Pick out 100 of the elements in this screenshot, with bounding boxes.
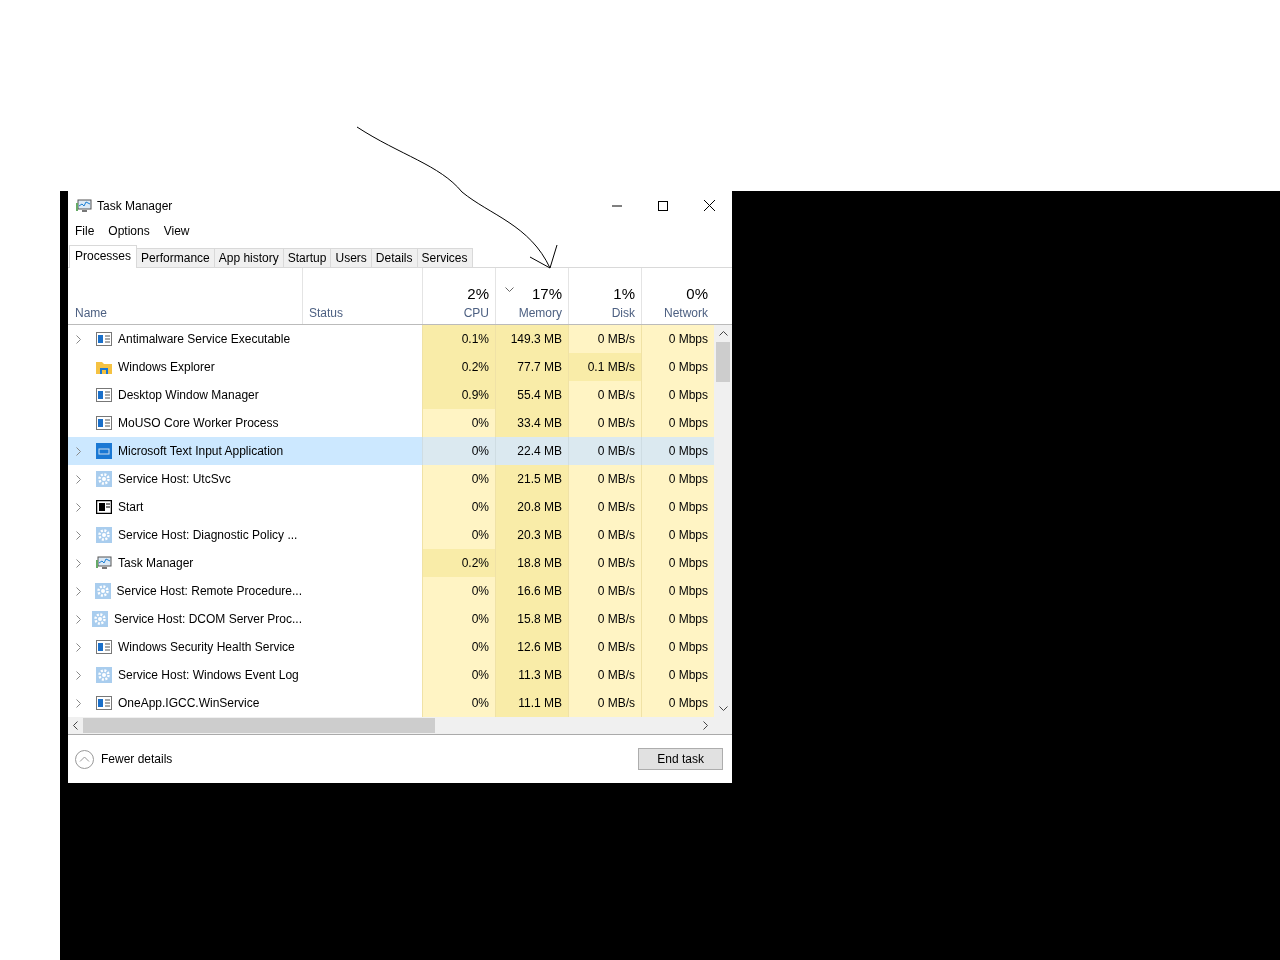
- column-header[interactable]: Name: [75, 306, 296, 320]
- table-cell: 0 Mbps: [668, 640, 708, 654]
- menu-item[interactable]: File: [75, 224, 95, 238]
- process-row[interactable]: Windows Explorer 0.2% 77.7 MB 0.1 MB/s 0 Mbps: [68, 353, 714, 381]
- table-cell: 0%: [471, 668, 489, 682]
- horizontal-scrollbar[interactable]: [68, 717, 732, 735]
- fewer-details-button[interactable]: Fewer details: [75, 749, 173, 769]
- monitor-icon: [96, 556, 112, 570]
- process-row[interactable]: Microsoft Text Input Application 0% 22.4 MB 0 MB/s 0 Mbps: [68, 437, 714, 465]
- expand-chevron-icon[interactable]: [76, 334, 81, 344]
- app-window-icon: [96, 640, 112, 654]
- process-row[interactable]: Windows Security Health Service 0% 12.6 MB 0 MB/s 0 Mbps: [68, 633, 714, 661]
- expand-chevron-icon[interactable]: [76, 614, 81, 624]
- table-cell: 15.8 MB: [517, 612, 562, 626]
- maximize-icon: [658, 200, 668, 211]
- column-percent: 2%: [467, 285, 489, 302]
- scroll-down-icon[interactable]: [718, 706, 728, 711]
- keyboard-icon: [96, 443, 112, 459]
- scroll-thumb[interactable]: [83, 718, 435, 733]
- process-name: MoUSO Core Worker Process: [118, 416, 279, 430]
- process-name: Antimalware Service Executable: [118, 332, 291, 346]
- folder-icon: [96, 360, 112, 374]
- table-cell: 0 Mbps: [668, 528, 708, 542]
- end-task-button[interactable]: End task: [638, 748, 723, 770]
- table-cell: 0 Mbps: [668, 584, 708, 598]
- process-row[interactable]: OneApp.IGCC.WinService 0% 11.1 MB 0 MB/s 0 Mbps: [68, 689, 714, 717]
- scroll-thumb[interactable]: [716, 342, 730, 382]
- process-row[interactable]: MoUSO Core Worker Process 0% 33.4 MB 0 MB/s 0 Mbps: [68, 409, 714, 437]
- tab[interactable]: App history: [213, 248, 284, 267]
- process-row[interactable]: Service Host: Remote Procedure... 0% 16.6 MB 0 MB/s 0 Mbps: [68, 577, 714, 605]
- process-row[interactable]: Service Host: DCOM Server Proc... 0% 15.8 MB 0 MB/s 0 Mbps: [68, 605, 714, 633]
- process-row[interactable]: Service Host: UtcSvc 0% 21.5 MB 0 MB/s 0 Mbps: [68, 465, 714, 493]
- process-row[interactable]: Service Host: Windows Event Log 0% 11.3 MB 0 MB/s 0 Mbps: [68, 661, 714, 689]
- process-row[interactable]: Desktop Window Manager 0.9% 55.4 MB 0 MB/s 0 Mbps: [68, 381, 714, 409]
- app-window-icon: [96, 332, 112, 346]
- column-percent: 1%: [613, 285, 635, 302]
- expand-chevron-icon[interactable]: [76, 586, 81, 596]
- column-header[interactable]: Disk: [611, 306, 635, 320]
- expand-chevron-icon[interactable]: [76, 670, 81, 680]
- expand-chevron-icon[interactable]: [76, 698, 81, 708]
- collapse-icon: [75, 749, 94, 769]
- process-name: Windows Explorer: [118, 360, 215, 374]
- table-cell: 0.1%: [461, 332, 489, 346]
- scroll-left-icon[interactable]: [73, 721, 78, 730]
- table-cell: 0 Mbps: [668, 444, 708, 458]
- process-name: Microsoft Text Input Application: [118, 444, 284, 458]
- process-row[interactable]: Start 0% 20.8 MB 0 MB/s 0 Mbps: [68, 493, 714, 521]
- menu-item[interactable]: View: [163, 224, 190, 238]
- table-cell: 0 Mbps: [668, 360, 708, 374]
- tab[interactable]: Details: [370, 248, 418, 267]
- table-cell: 0 MB/s: [597, 388, 635, 402]
- expand-chevron-icon[interactable]: [76, 558, 81, 568]
- table-cell: 21.5 MB: [517, 472, 562, 486]
- gear-icon: [96, 667, 112, 683]
- table-cell: 18.8 MB: [517, 556, 562, 570]
- vertical-scrollbar[interactable]: [714, 325, 732, 717]
- table-cell: 11.3 MB: [518, 668, 562, 682]
- table-cell: 0.9%: [461, 388, 489, 402]
- table-cell: 0 MB/s: [597, 668, 635, 682]
- table-cell: 55.4 MB: [517, 388, 562, 402]
- table-cell: 0 MB/s: [597, 612, 635, 626]
- table-cell: 12.6 MB: [517, 640, 562, 654]
- table-cell: 16.6 MB: [517, 584, 562, 598]
- table-cell: 0.2%: [461, 556, 489, 570]
- process-row[interactable]: Antimalware Service Executable 0.1% 149.3 MB 0 MB/s 0 Mbps: [68, 325, 714, 353]
- process-name: Service Host: UtcSvc: [118, 472, 231, 486]
- expand-chevron-icon[interactable]: [76, 474, 81, 484]
- process-row[interactable]: Task Manager 0.2% 18.8 MB 0 MB/s 0 Mbps: [68, 549, 714, 577]
- gear-icon: [96, 527, 112, 543]
- expand-chevron-icon[interactable]: [76, 642, 81, 652]
- column-percent: 17%: [531, 285, 562, 302]
- column-percent: 0%: [686, 285, 708, 302]
- table-cell: 0 MB/s: [597, 332, 635, 346]
- table-cell: 0 Mbps: [668, 668, 708, 682]
- tab[interactable]: Processes: [69, 245, 138, 268]
- table-cell: 0%: [471, 416, 489, 430]
- app-window-icon: [96, 388, 112, 402]
- table-cell: 0 MB/s: [597, 584, 635, 598]
- column-header[interactable]: CPU: [463, 306, 489, 320]
- table-cell: 0%: [471, 640, 489, 654]
- table-cell: 0 Mbps: [668, 556, 708, 570]
- table-cell: 22.4 MB: [517, 444, 562, 458]
- table-cell: 0 MB/s: [597, 556, 635, 570]
- column-header[interactable]: Status: [309, 306, 416, 320]
- tab[interactable]: Users: [330, 248, 372, 267]
- column-header[interactable]: Memory: [518, 306, 562, 320]
- tab[interactable]: Services: [416, 248, 473, 267]
- menu-item[interactable]: Options: [108, 224, 150, 238]
- expand-chevron-icon[interactable]: [76, 502, 81, 512]
- table-cell: 0 Mbps: [668, 388, 708, 402]
- process-name: Service Host: Windows Event Log: [118, 668, 299, 682]
- table-cell: 0%: [471, 528, 489, 542]
- tab[interactable]: Startup: [282, 248, 332, 267]
- scroll-up-icon[interactable]: [718, 331, 728, 336]
- scroll-right-icon[interactable]: [703, 721, 708, 730]
- process-row[interactable]: Service Host: Diagnostic Policy ... 0% 20.3 MB 0 MB/s 0 Mbps: [68, 521, 714, 549]
- tab[interactable]: Performance: [136, 248, 215, 267]
- expand-chevron-icon[interactable]: [76, 530, 81, 540]
- expand-chevron-icon[interactable]: [76, 446, 81, 456]
- column-header[interactable]: Network: [664, 306, 708, 320]
